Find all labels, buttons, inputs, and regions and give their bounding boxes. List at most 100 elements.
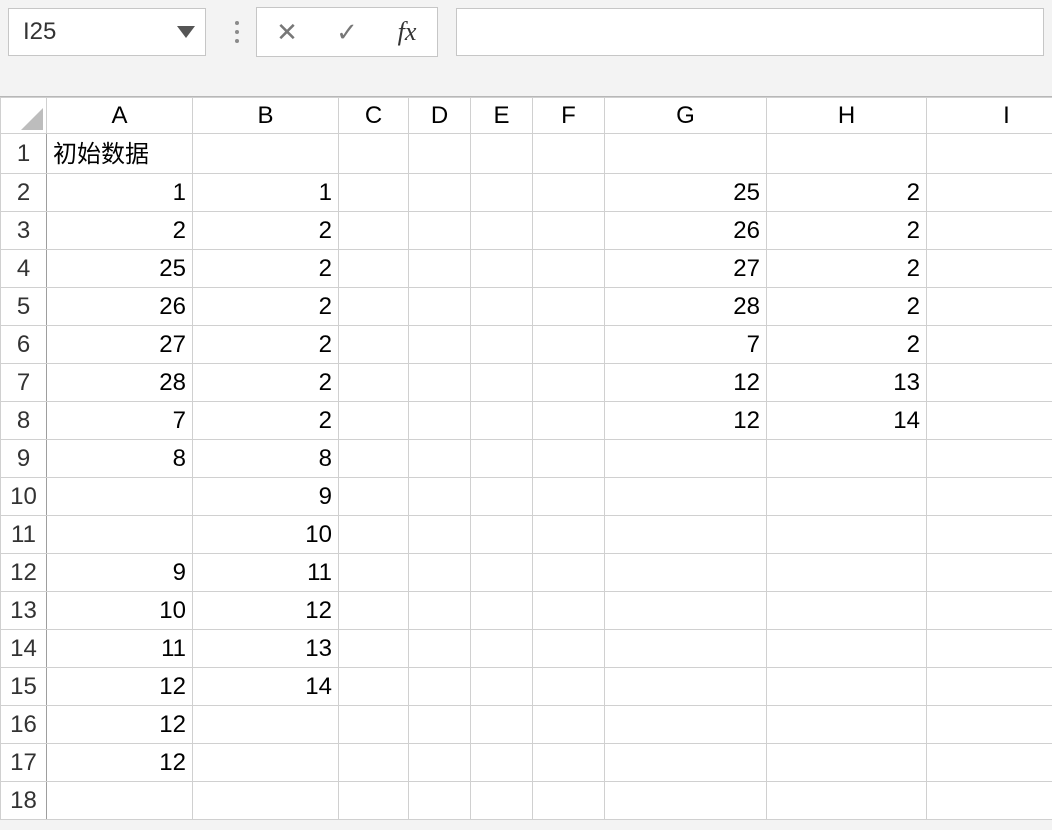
- row-header-4[interactable]: 4: [1, 250, 47, 288]
- cell-E11[interactable]: [471, 516, 533, 554]
- cell-E14[interactable]: [471, 630, 533, 668]
- cell-G4[interactable]: 27: [605, 250, 767, 288]
- cell-A4[interactable]: 25: [47, 250, 193, 288]
- cell-I15[interactable]: [927, 668, 1052, 706]
- cell-C16[interactable]: [339, 706, 409, 744]
- cell-E3[interactable]: [471, 212, 533, 250]
- cell-B15[interactable]: 14: [193, 668, 339, 706]
- cell-C12[interactable]: [339, 554, 409, 592]
- cell-A18[interactable]: [47, 782, 193, 820]
- cell-E6[interactable]: [471, 326, 533, 364]
- cell-G16[interactable]: [605, 706, 767, 744]
- row-header-10[interactable]: 10: [1, 478, 47, 516]
- vertical-dots-icon[interactable]: [230, 8, 244, 56]
- cell-I14[interactable]: [927, 630, 1052, 668]
- cell-G10[interactable]: [605, 478, 767, 516]
- cell-F14[interactable]: [533, 630, 605, 668]
- cell-H3[interactable]: 2: [767, 212, 927, 250]
- cell-E18[interactable]: [471, 782, 533, 820]
- cell-B12[interactable]: 11: [193, 554, 339, 592]
- column-header-A[interactable]: A: [47, 98, 193, 134]
- cell-B2[interactable]: 1: [193, 174, 339, 212]
- confirm-button[interactable]: ✓: [317, 8, 377, 56]
- cell-H8[interactable]: 14: [767, 402, 927, 440]
- chevron-down-icon[interactable]: [177, 26, 195, 38]
- cell-D13[interactable]: [409, 592, 471, 630]
- cell-F18[interactable]: [533, 782, 605, 820]
- row-header-18[interactable]: 18: [1, 782, 47, 820]
- cell-F7[interactable]: [533, 364, 605, 402]
- column-header-I[interactable]: I: [927, 98, 1052, 134]
- cell-G13[interactable]: [605, 592, 767, 630]
- cell-E8[interactable]: [471, 402, 533, 440]
- cell-F5[interactable]: [533, 288, 605, 326]
- cell-F17[interactable]: [533, 744, 605, 782]
- cell-H1[interactable]: [767, 134, 927, 174]
- cell-B9[interactable]: 8: [193, 440, 339, 478]
- column-header-F[interactable]: F: [533, 98, 605, 134]
- cell-F11[interactable]: [533, 516, 605, 554]
- column-header-D[interactable]: D: [409, 98, 471, 134]
- cell-G14[interactable]: [605, 630, 767, 668]
- column-header-E[interactable]: E: [471, 98, 533, 134]
- row-header-7[interactable]: 7: [1, 364, 47, 402]
- row-header-11[interactable]: 11: [1, 516, 47, 554]
- cell-C1[interactable]: [339, 134, 409, 174]
- cell-I5[interactable]: [927, 288, 1052, 326]
- sheet-table[interactable]: ABCDEFGHI 1初始数据2112523222624252272526228…: [0, 97, 1052, 820]
- cell-E17[interactable]: [471, 744, 533, 782]
- cell-C18[interactable]: [339, 782, 409, 820]
- row-header-15[interactable]: 15: [1, 668, 47, 706]
- cell-F16[interactable]: [533, 706, 605, 744]
- cell-A15[interactable]: 12: [47, 668, 193, 706]
- row-header-2[interactable]: 2: [1, 174, 47, 212]
- cell-G1[interactable]: [605, 134, 767, 174]
- row-header-1[interactable]: 1: [1, 134, 47, 174]
- cell-B7[interactable]: 2: [193, 364, 339, 402]
- cell-E9[interactable]: [471, 440, 533, 478]
- cell-F13[interactable]: [533, 592, 605, 630]
- cell-F3[interactable]: [533, 212, 605, 250]
- cell-A8[interactable]: 7: [47, 402, 193, 440]
- cell-G11[interactable]: [605, 516, 767, 554]
- cell-H5[interactable]: 2: [767, 288, 927, 326]
- cell-D15[interactable]: [409, 668, 471, 706]
- cell-F9[interactable]: [533, 440, 605, 478]
- fx-button[interactable]: fx: [377, 8, 437, 56]
- cell-E16[interactable]: [471, 706, 533, 744]
- cell-H7[interactable]: 13: [767, 364, 927, 402]
- cell-E5[interactable]: [471, 288, 533, 326]
- cell-D16[interactable]: [409, 706, 471, 744]
- cell-G2[interactable]: 25: [605, 174, 767, 212]
- cell-B6[interactable]: 2: [193, 326, 339, 364]
- cell-E15[interactable]: [471, 668, 533, 706]
- cell-D1[interactable]: [409, 134, 471, 174]
- cell-H6[interactable]: 2: [767, 326, 927, 364]
- cell-G9[interactable]: [605, 440, 767, 478]
- cell-D18[interactable]: [409, 782, 471, 820]
- cell-I4[interactable]: [927, 250, 1052, 288]
- cell-I9[interactable]: [927, 440, 1052, 478]
- cell-I2[interactable]: [927, 174, 1052, 212]
- cell-A9[interactable]: 8: [47, 440, 193, 478]
- cell-A6[interactable]: 27: [47, 326, 193, 364]
- cell-G17[interactable]: [605, 744, 767, 782]
- formula-input-wrap[interactable]: [456, 8, 1044, 56]
- cell-H17[interactable]: [767, 744, 927, 782]
- cell-G8[interactable]: 12: [605, 402, 767, 440]
- cell-B10[interactable]: 9: [193, 478, 339, 516]
- row-header-5[interactable]: 5: [1, 288, 47, 326]
- row-header-14[interactable]: 14: [1, 630, 47, 668]
- cell-H10[interactable]: [767, 478, 927, 516]
- row-header-8[interactable]: 8: [1, 402, 47, 440]
- cell-A5[interactable]: 26: [47, 288, 193, 326]
- cell-B14[interactable]: 13: [193, 630, 339, 668]
- cell-C10[interactable]: [339, 478, 409, 516]
- cell-I1[interactable]: [927, 134, 1052, 174]
- cell-C8[interactable]: [339, 402, 409, 440]
- cell-B5[interactable]: 2: [193, 288, 339, 326]
- cell-D12[interactable]: [409, 554, 471, 592]
- row-header-17[interactable]: 17: [1, 744, 47, 782]
- cell-B13[interactable]: 12: [193, 592, 339, 630]
- cell-I3[interactable]: [927, 212, 1052, 250]
